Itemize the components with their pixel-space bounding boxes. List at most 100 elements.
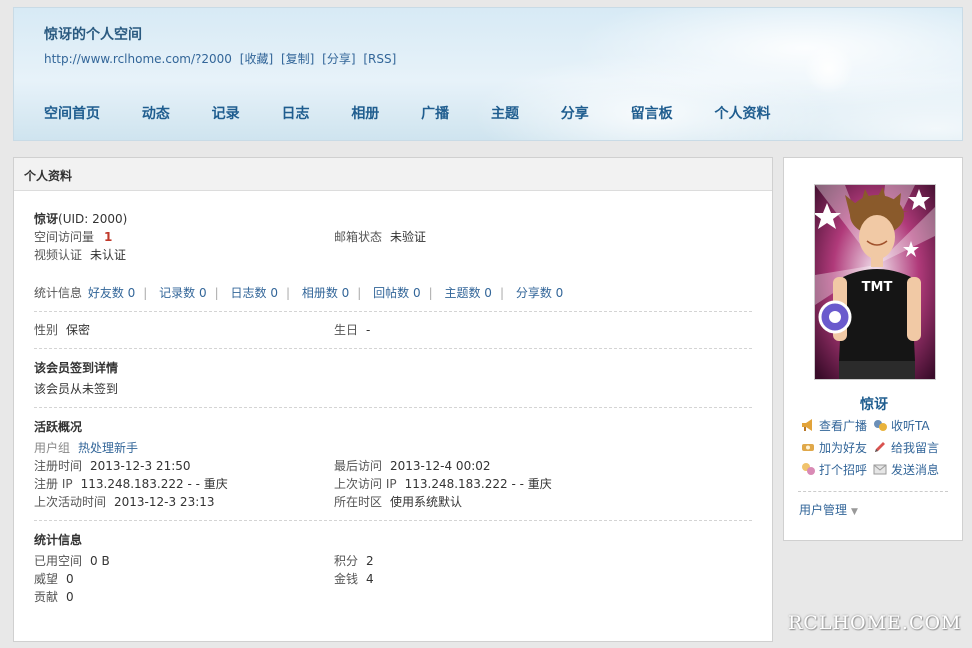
profile-box-title: 个人资料: [14, 158, 772, 191]
avatar-shirt-text: TMT: [862, 280, 893, 295]
contrib-row: 贡献 0: [34, 588, 752, 606]
stat-blogs[interactable]: 日志数 0: [231, 286, 278, 300]
favorite-link[interactable]: [收藏]: [240, 52, 273, 66]
send-message-label: 发送消息: [891, 463, 940, 477]
money-value: 4: [366, 572, 374, 586]
nav-topics[interactable]: 主题: [491, 103, 519, 123]
space-label: 已用空间: [34, 554, 83, 568]
space-title[interactable]: 惊讶的个人空间: [44, 24, 142, 44]
last-ip-value: 113.248.183.222 - - 重庆: [404, 477, 552, 491]
last-active-label: 上次活动时间: [34, 495, 107, 509]
rss-link[interactable]: [RSS]: [363, 52, 396, 66]
sidebar-username[interactable]: 惊讶: [784, 394, 964, 414]
nav-blog[interactable]: 日志: [281, 103, 309, 123]
activity-title: 活跃概况: [34, 420, 83, 434]
share-link[interactable]: [分享]: [322, 52, 355, 66]
nav-profile[interactable]: 个人资料: [714, 103, 770, 123]
divider: [34, 520, 752, 521]
add-friend-action[interactable]: 加为好友: [801, 439, 867, 457]
profile-box: 个人资料 惊讶(UID: 2000) 空间访问量 1 邮箱状态 未验证 视频认证 未认…: [13, 157, 773, 642]
visits-label: 空间访问量: [34, 230, 95, 244]
nav-home[interactable]: 空间首页: [44, 103, 100, 123]
greet-action[interactable]: 打个招呼: [801, 461, 867, 479]
timezone: 所在时区 使用系统默认: [334, 493, 462, 511]
stats-title: 统计信息: [34, 533, 83, 547]
points-label: 积分: [334, 554, 359, 568]
greet-label: 打个招呼: [819, 463, 868, 477]
last-ip-label: 上次访问 IP: [334, 477, 397, 491]
last-visit-label: 最后访问: [334, 459, 383, 473]
profile-sidebar: TMT 惊讶 查看广播 收听TA 加为好友 给我留言 打个招呼 发送消息 用户管…: [783, 157, 963, 541]
nav-share[interactable]: 分享: [561, 103, 589, 123]
site-watermark: RCLHOME.COM: [788, 612, 962, 634]
message-pen-icon: [875, 442, 885, 452]
sidebar-divider: [798, 491, 948, 492]
visits-row: 空间访问量 1 邮箱状态 未验证: [34, 228, 752, 246]
leave-message-action[interactable]: 给我留言: [873, 439, 939, 457]
stat-replies[interactable]: 回帖数 0: [373, 286, 420, 300]
stat-albums[interactable]: 相册数 0: [302, 286, 349, 300]
megaphone-icon: [802, 419, 812, 431]
nav-guestbook[interactable]: 留言板: [631, 103, 673, 123]
copy-link[interactable]: [复制]: [281, 52, 314, 66]
points-value: 2: [366, 554, 374, 568]
stats-row: 统计信息 好友数 0 | 记录数 0 | 日志数 0 | 相册数 0 | 回帖数 0 | …: [34, 284, 752, 302]
usergroup-link[interactable]: 热处理新手: [78, 441, 138, 455]
birthday-label: 生日: [334, 323, 359, 337]
nav-records[interactable]: 记录: [212, 103, 240, 123]
gender-label: 性别: [34, 323, 59, 337]
user-manage-label: 用户管理: [799, 503, 848, 517]
birthday: 生日 -: [334, 321, 370, 339]
reg-time-value: 2013-12-3 21:50: [90, 459, 191, 473]
reg-time-row: 注册时间 2013-12-3 21:50 最后访问 2013-12-4 00:02: [34, 457, 752, 475]
prestige-label: 威望: [34, 572, 59, 586]
stats-divider: |: [143, 286, 148, 300]
profile-uid: (UID: 2000): [58, 212, 128, 226]
nav-feed[interactable]: 动态: [142, 103, 170, 123]
reg-ip-label: 注册 IP: [34, 477, 73, 491]
username-row: 惊讶(UID: 2000): [34, 210, 752, 228]
email-status: 邮箱状态 未验证: [334, 228, 426, 246]
money-label: 金钱: [334, 572, 359, 586]
signin-text: 该会员从未签到: [34, 382, 119, 396]
follow-label: 收听TA: [891, 419, 930, 433]
view-broadcast-action[interactable]: 查看广播: [801, 417, 867, 435]
email-value: 未验证: [390, 230, 427, 244]
prestige-value: 0: [66, 572, 74, 586]
gender-value: 保密: [66, 323, 91, 337]
stats-divider: |: [357, 286, 362, 300]
last-active-row: 上次活动时间 2013-12-3 23:13 所在时区 使用系统默认: [34, 493, 752, 511]
follow-action[interactable]: 收听TA: [873, 417, 930, 435]
send-message-action[interactable]: 发送消息: [873, 461, 939, 479]
stat-topics[interactable]: 主题数 0: [444, 286, 491, 300]
greet-icon: [802, 463, 815, 475]
stats-divider: |: [428, 286, 433, 300]
points: 积分 2: [334, 552, 374, 570]
contrib-value: 0: [66, 590, 74, 604]
gender-row: 性别 保密 生日 -: [34, 321, 752, 339]
stat-records[interactable]: 记录数 0: [159, 286, 206, 300]
last-visit-value: 2013-12-4 00:02: [390, 459, 491, 473]
space-nav: 空间首页 动态 记录 日志 相册 广播 主题 分享 留言板 个人资料: [44, 103, 808, 123]
view-broadcast-label: 查看广播: [819, 419, 868, 433]
nav-album[interactable]: 相册: [351, 103, 379, 123]
profile-username: 惊讶: [34, 212, 59, 226]
video-value: 未认证: [90, 248, 127, 262]
timezone-label: 所在时区: [334, 495, 383, 509]
contrib-label: 贡献: [34, 590, 59, 604]
prestige-row: 威望 0 金钱 4: [34, 570, 752, 588]
stat-friends[interactable]: 好友数 0: [88, 286, 135, 300]
last-ip: 上次访问 IP 113.248.183.222 - - 重庆: [334, 475, 552, 493]
timezone-value: 使用系统默认: [390, 495, 463, 509]
space-row: 已用空间 0 B 积分 2: [34, 552, 752, 570]
profile-content: 惊讶(UID: 2000) 空间访问量 1 邮箱状态 未验证 视频认证 未认证 统计信…: [34, 210, 752, 606]
avatar[interactable]: TMT: [814, 184, 936, 380]
space-url[interactable]: http://www.rclhome.com/?2000: [44, 52, 232, 66]
nav-broadcast[interactable]: 广播: [421, 103, 449, 123]
user-manage-dropdown[interactable]: 用户管理 ▼: [799, 501, 858, 518]
money: 金钱 4: [334, 570, 374, 588]
visits-value: 1: [104, 230, 113, 244]
stat-shares[interactable]: 分享数 0: [516, 286, 563, 300]
listen-icon: [874, 420, 887, 431]
dandelion-decoration: [804, 44, 854, 94]
